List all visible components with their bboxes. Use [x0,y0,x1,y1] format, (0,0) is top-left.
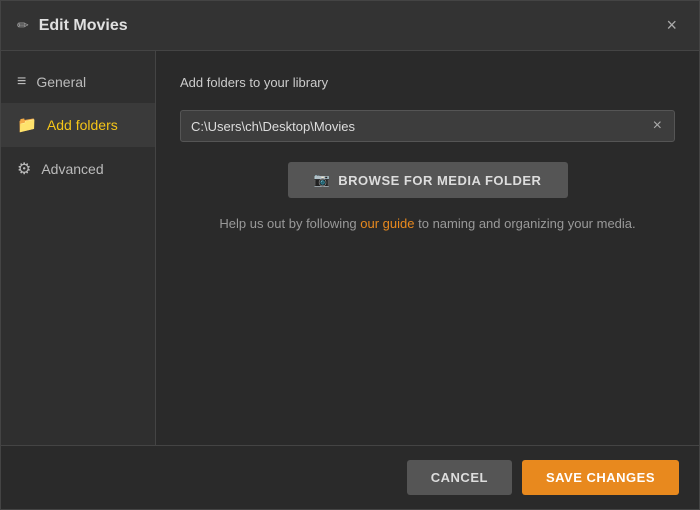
save-changes-button[interactable]: SAVE CHANGES [522,460,679,495]
browse-button-label: BROWSE FOR MEDIA FOLDER [338,173,541,188]
browse-media-folder-button[interactable]: 📷 BROWSE FOR MEDIA FOLDER [288,162,568,198]
folder-path-input[interactable] [191,119,651,134]
cancel-button[interactable]: CANCEL [407,460,512,495]
clear-folder-button[interactable]: × [651,117,664,135]
close-button[interactable]: × [660,13,683,38]
section-title: Add folders to your library [180,75,675,90]
folder-input-row: × [180,110,675,142]
title-bar-left: ✏ Edit Movies [17,17,128,35]
dialog-title: Edit Movies [39,17,128,35]
edit-movies-dialog: ✏ Edit Movies × ≡ General 📁 Add folders … [0,0,700,510]
sidebar-item-general-label: General [36,74,86,90]
camera-icon: 📷 [314,172,331,188]
dialog-footer: CANCEL SAVE CHANGES [1,445,699,509]
sidebar-item-add-folders[interactable]: 📁 Add folders [1,103,155,147]
dialog-body: ≡ General 📁 Add folders ⚙ Advanced Add f… [1,51,699,445]
our-guide-link[interactable]: our guide [360,216,414,231]
main-content: Add folders to your library × 📷 BROWSE F… [156,51,699,445]
sidebar-item-general[interactable]: ≡ General [1,61,155,103]
title-bar: ✏ Edit Movies × [1,1,699,51]
help-text-before: Help us out by following [219,216,360,231]
sidebar-item-advanced[interactable]: ⚙ Advanced [1,147,155,191]
help-text: Help us out by following our guide to na… [180,214,675,234]
general-icon: ≡ [17,73,26,91]
sidebar-item-add-folders-label: Add folders [47,117,118,133]
pencil-icon: ✏ [17,17,29,34]
folder-icon: 📁 [17,115,37,135]
sidebar-item-advanced-label: Advanced [41,161,103,177]
sidebar: ≡ General 📁 Add folders ⚙ Advanced [1,51,156,445]
gear-icon: ⚙ [17,159,31,179]
help-text-after: to naming and organizing your media. [415,216,636,231]
